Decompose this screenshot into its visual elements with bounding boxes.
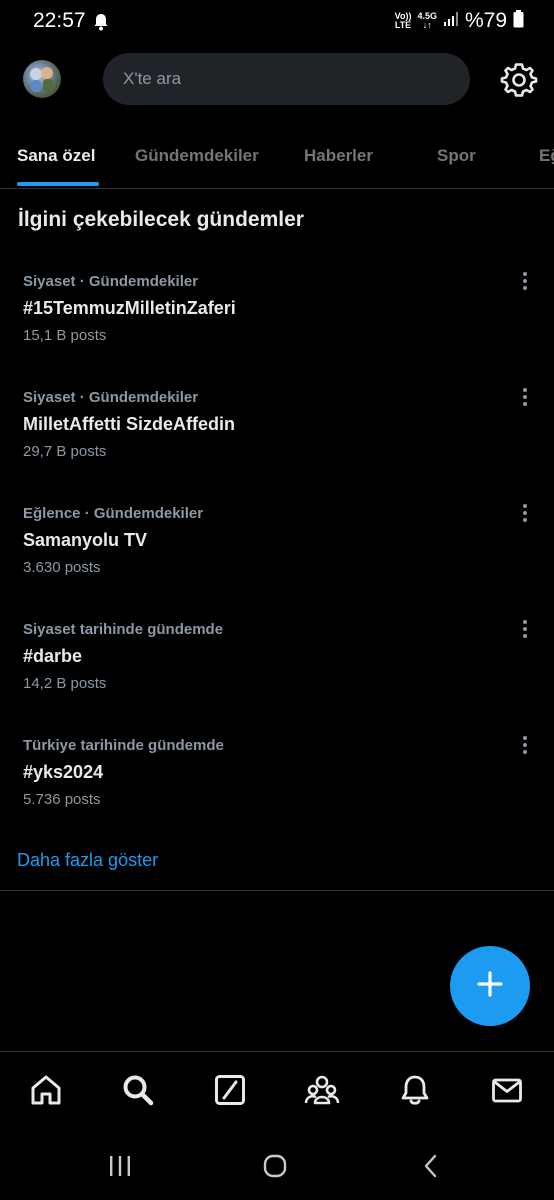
messages-icon[interactable] bbox=[487, 1070, 527, 1110]
trend-count: 29,7 B posts bbox=[23, 443, 107, 460]
trend-name: #15TemmuzMilletinZaferi bbox=[23, 298, 236, 318]
avatar[interactable] bbox=[23, 60, 61, 98]
section-divider bbox=[0, 890, 554, 891]
settings-gear-icon[interactable] bbox=[500, 61, 538, 99]
grok-icon[interactable] bbox=[210, 1070, 250, 1110]
system-nav-bar bbox=[0, 1131, 554, 1200]
more-options-icon[interactable] bbox=[515, 733, 535, 757]
volte-indicator: Vo)) LTE bbox=[394, 11, 412, 30]
bottom-nav bbox=[0, 1051, 554, 1132]
notifications-icon[interactable] bbox=[395, 1070, 435, 1110]
trend-context: Siyaset · Gündemdekiler bbox=[23, 273, 199, 290]
recent-apps-icon[interactable] bbox=[100, 1151, 140, 1181]
trend-count: 15,1 B posts bbox=[23, 327, 107, 344]
trend-count: 5.736 posts bbox=[23, 791, 101, 808]
battery-icon bbox=[513, 9, 524, 33]
trend-name: #darbe bbox=[23, 646, 83, 666]
trend-count: 14,2 B posts bbox=[23, 675, 107, 692]
compose-post-button[interactable] bbox=[450, 946, 530, 1026]
status-bar: 22:57 Vo)) LTE 4.5G ↓↑ %79 bbox=[0, 0, 554, 44]
tabs-divider bbox=[0, 188, 554, 189]
trend-context: Siyaset tarihinde gündemde bbox=[23, 621, 224, 638]
more-options-icon[interactable] bbox=[515, 385, 535, 409]
section-title: İlgini çekebilecek gündemler bbox=[18, 208, 304, 231]
show-more-link[interactable]: Daha fazla göster bbox=[17, 850, 158, 871]
signal-icon bbox=[443, 11, 459, 32]
more-options-icon[interactable] bbox=[515, 269, 535, 293]
trend-count: 3.630 posts bbox=[23, 559, 101, 576]
tab-gundemdekiler[interactable]: Gündemdekiler bbox=[135, 146, 259, 166]
trend-item[interactable]: Eğlence · Gündemdekiler Samanyolu TV 3.6… bbox=[0, 504, 554, 621]
search-bar[interactable] bbox=[103, 53, 470, 105]
tab-sana-ozel[interactable]: Sana özel bbox=[17, 146, 95, 166]
tab-haberler[interactable]: Haberler bbox=[304, 146, 373, 166]
trend-name: Samanyolu TV bbox=[23, 530, 148, 550]
search-input[interactable] bbox=[121, 68, 445, 90]
tab-eglence[interactable]: Eğ bbox=[539, 146, 554, 166]
status-indicators: Vo)) LTE 4.5G ↓↑ %79 bbox=[395, 9, 524, 33]
trend-item[interactable]: Siyaset · Gündemdekiler #15TemmuzMilleti… bbox=[0, 272, 554, 389]
home-button-icon[interactable] bbox=[255, 1151, 295, 1181]
more-options-icon[interactable] bbox=[515, 617, 535, 641]
network-indicator: 4.5G ↓↑ bbox=[417, 11, 437, 30]
search-icon[interactable] bbox=[118, 1070, 158, 1110]
communities-icon[interactable] bbox=[302, 1070, 342, 1110]
trend-name: MilletAffetti SizdeAffedin bbox=[23, 414, 235, 434]
plus-icon bbox=[476, 970, 504, 1003]
tab-spor[interactable]: Spor bbox=[437, 146, 476, 166]
more-options-icon[interactable] bbox=[515, 501, 535, 525]
trend-item[interactable]: Türkiye tarihinde gündemde #yks2024 5.73… bbox=[0, 736, 554, 853]
notification-bell-icon bbox=[93, 13, 109, 36]
trend-name: #yks2024 bbox=[23, 762, 104, 782]
trend-item[interactable]: Siyaset · Gündemdekiler MilletAffetti Si… bbox=[0, 388, 554, 505]
trend-context: Eğlence · Gündemdekiler bbox=[23, 505, 204, 522]
active-tab-indicator bbox=[17, 182, 99, 186]
top-bar bbox=[0, 52, 554, 108]
home-icon[interactable] bbox=[26, 1070, 66, 1110]
trend-item[interactable]: Siyaset tarihinde gündemde #darbe 14,2 B… bbox=[0, 620, 554, 737]
battery-level: %79 bbox=[464, 9, 507, 32]
back-icon[interactable] bbox=[411, 1151, 451, 1181]
trend-context: Siyaset · Gündemdekiler bbox=[23, 389, 199, 406]
explore-tabs: Sana özel Gündemdekiler Haberler Spor Eğ bbox=[0, 132, 554, 188]
status-time: 22:57 bbox=[33, 9, 86, 32]
trend-context: Türkiye tarihinde gündemde bbox=[23, 737, 224, 754]
